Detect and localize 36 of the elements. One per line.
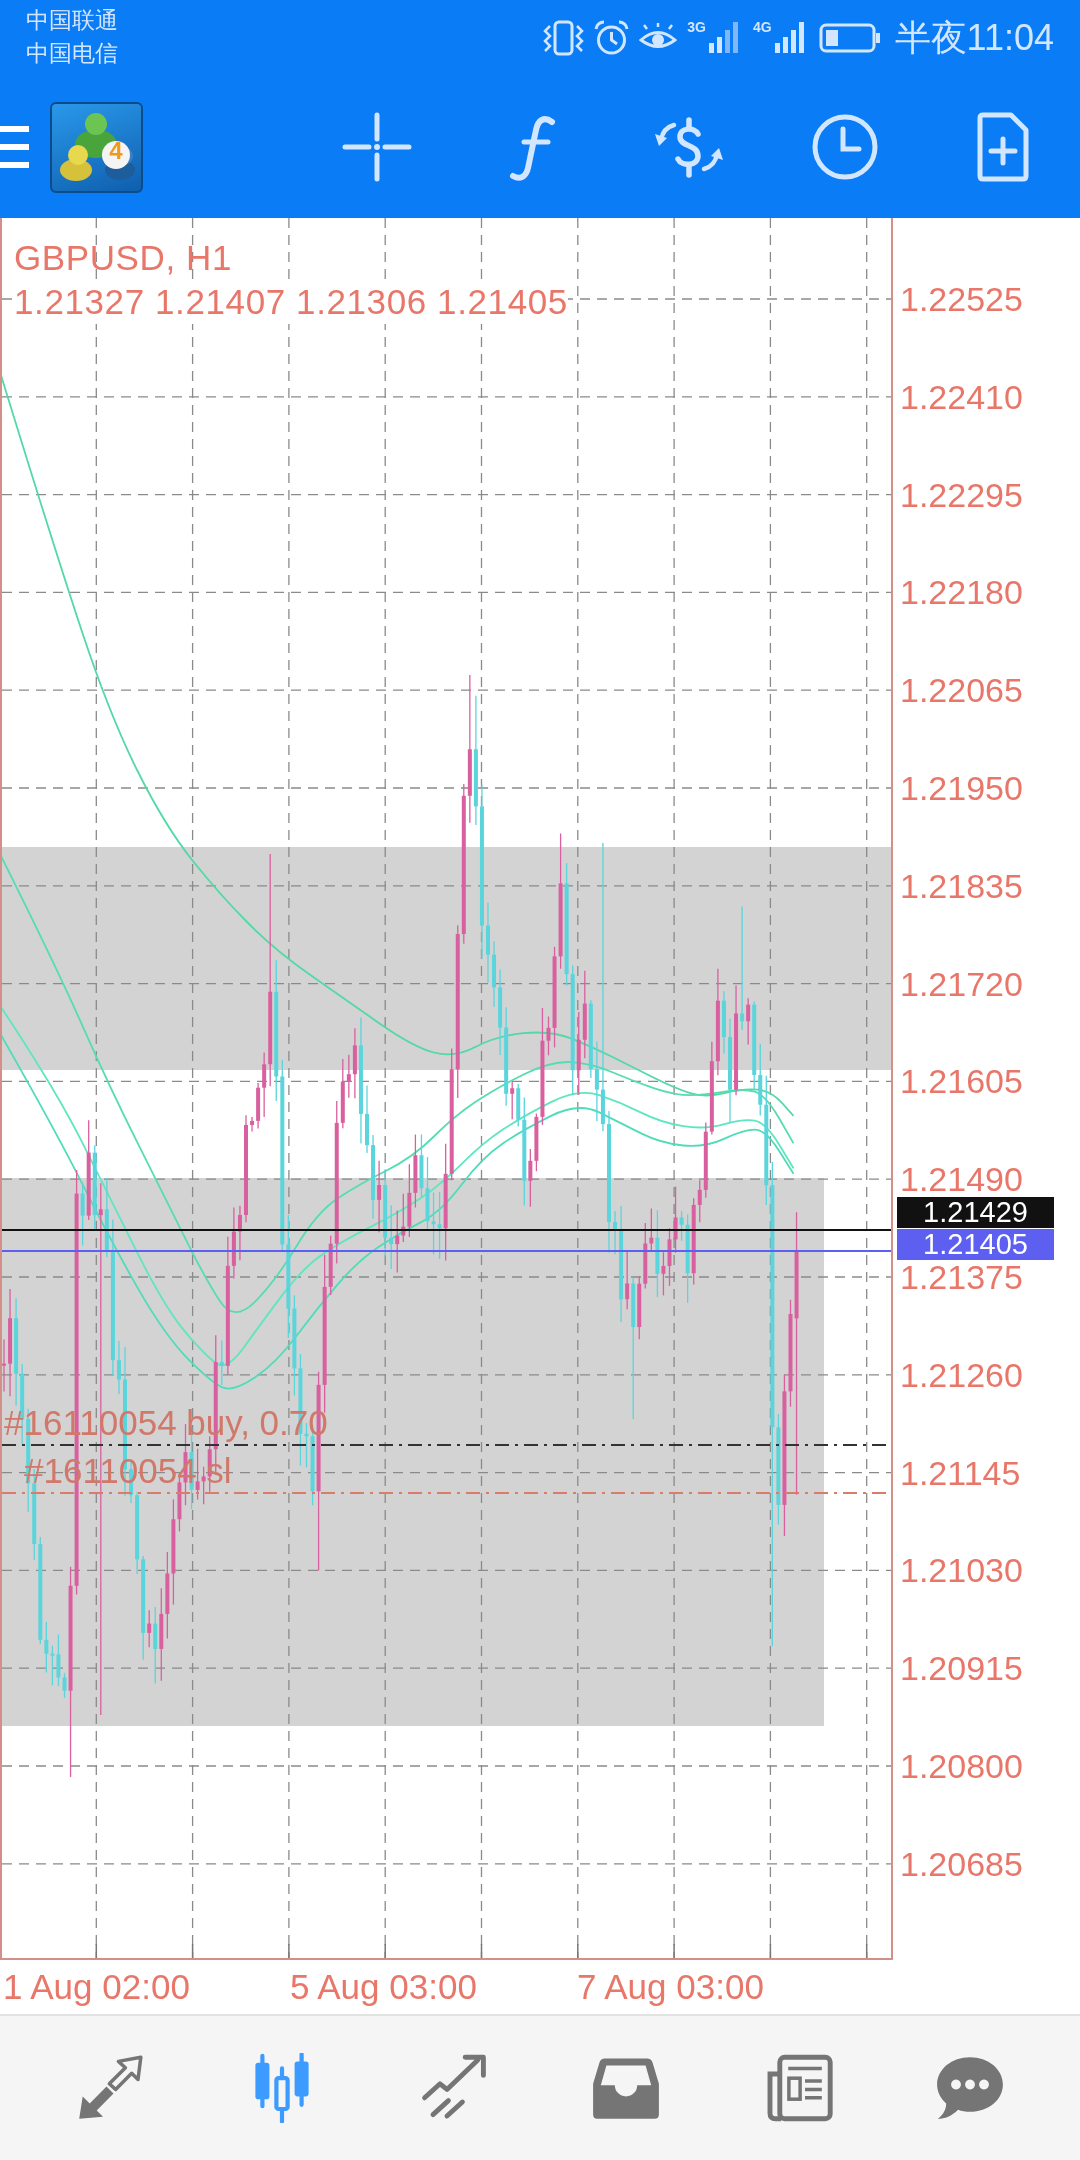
- network-type-label: 4G: [752, 19, 772, 35]
- price-axis-label: 1.21260: [900, 1358, 1023, 1391]
- price-axis-label: 1.21950: [900, 772, 1023, 804]
- time-axis-label: 1 Aug 02:00: [3, 1966, 190, 2008]
- time-axis-label: 5 Aug 03:00: [290, 1966, 477, 2008]
- price-axis-label: 1.20800: [900, 1749, 1023, 1782]
- battery-icon: [818, 22, 881, 54]
- clock-icon[interactable]: [810, 112, 880, 182]
- price-axis-label: 1.21835: [900, 869, 1023, 902]
- price-axis-label: 1.21145: [900, 1456, 1021, 1489]
- price-axis-label: 1.21720: [900, 967, 1023, 1000]
- carrier-name: 中国电信: [26, 39, 118, 68]
- chart-symbol-title: GBPUSD, H1: [14, 237, 232, 279]
- price-axis-label: 1.20685: [900, 1847, 1023, 1880]
- bid-price-tag: 1.21405: [897, 1229, 1054, 1260]
- price-axis-label: 1.20915: [900, 1652, 1023, 1685]
- network-type-label: 3G: [687, 19, 706, 35]
- price-axis-label: 1.21030: [900, 1554, 1023, 1587]
- logo-number: 4: [108, 136, 124, 165]
- price-axis-label: 1.22525: [900, 283, 1023, 315]
- alarm-clock-icon: [594, 20, 630, 56]
- price-axis-label: 1.21375: [900, 1260, 1023, 1293]
- price-axis-label: 1.22410: [900, 380, 1023, 413]
- crosshair-icon[interactable]: [342, 112, 412, 182]
- carrier-name: 中国联通: [26, 6, 118, 35]
- time-axis-label: 7 Aug 03:00: [577, 1966, 764, 2008]
- ask-price-tag: 1.21429: [897, 1197, 1054, 1228]
- price-axis-label: 1.22180: [900, 576, 1023, 609]
- menu-icon[interactable]: [0, 124, 29, 170]
- vibrate-icon: [543, 19, 585, 57]
- price-axis-label: 1.22065: [900, 674, 1023, 707]
- status-time: 半夜11:04: [894, 16, 1054, 60]
- app-logo[interactable]: 4: [50, 101, 143, 193]
- price-axis-label: 1.22295: [900, 478, 1023, 511]
- price-axis-label: 1.21490: [900, 1163, 1023, 1196]
- price-axis-label: 1.21605: [900, 1065, 1023, 1098]
